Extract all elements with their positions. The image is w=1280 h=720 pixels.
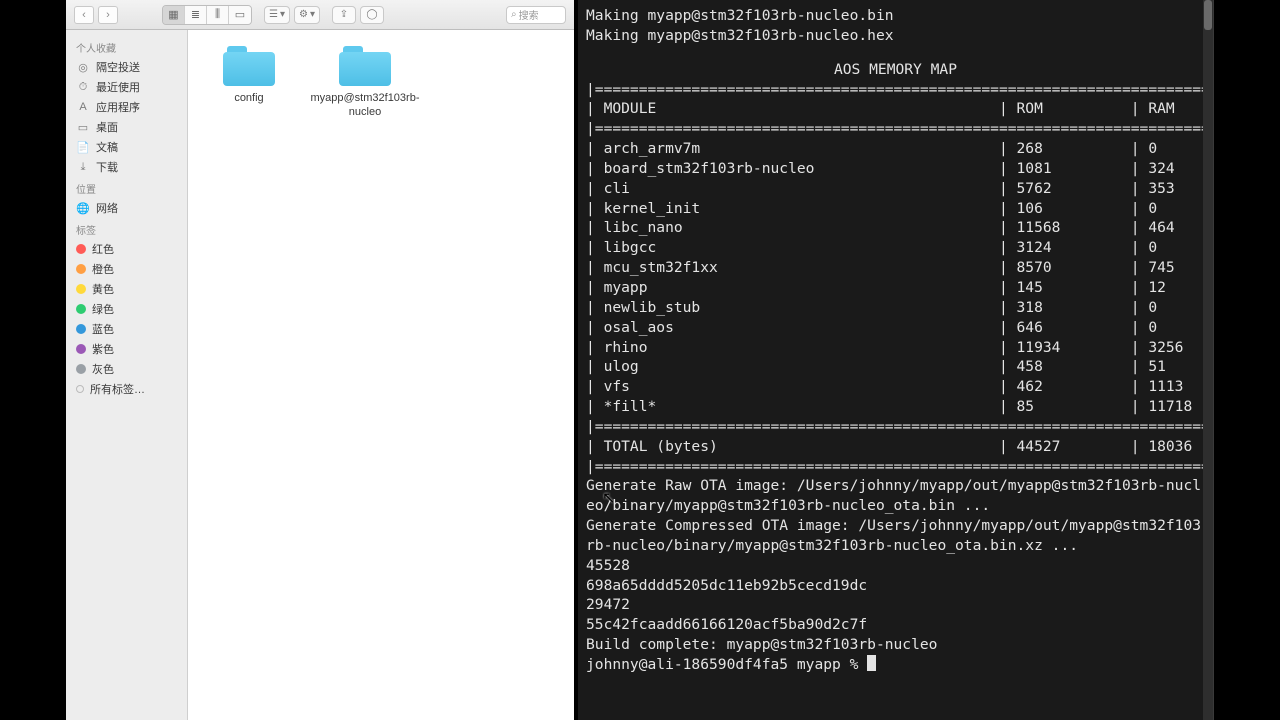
- sidebar-header-locations: 位置: [66, 177, 187, 198]
- sidebar-tag-label: 紫色: [92, 341, 114, 357]
- sidebar-item-label: 最近使用: [96, 79, 140, 95]
- sidebar-item[interactable]: ▭ 桌面: [66, 117, 187, 137]
- sidebar-tag-label: 绿色: [92, 301, 114, 317]
- sidebar-tag-label: 所有标签…: [90, 381, 145, 397]
- sidebar-tag[interactable]: 黄色: [66, 279, 187, 299]
- sidebar-item-icon: 🌐: [76, 202, 90, 215]
- sidebar-item-icon: A: [76, 101, 90, 113]
- background-right: [1214, 0, 1280, 720]
- sidebar-item-label: 网络: [96, 200, 118, 216]
- sidebar-item[interactable]: 🌐 网络: [66, 198, 187, 218]
- tag-dot-icon: [76, 324, 86, 334]
- sidebar-tag-label: 红色: [92, 241, 114, 257]
- content-pane[interactable]: config myapp@stm32f103rb-nucleo: [188, 30, 574, 720]
- sidebar-item-label: 文稿: [96, 139, 118, 155]
- view-icon-gallery[interactable]: ▭: [229, 6, 251, 24]
- sidebar-tag[interactable]: 红色: [66, 239, 187, 259]
- sidebar-item[interactable]: ⤓ 下载: [66, 157, 187, 177]
- search-field[interactable]: ⌕ 搜索: [506, 6, 566, 24]
- sidebar-tag[interactable]: 紫色: [66, 339, 187, 359]
- sidebar-item[interactable]: ◎ 隔空投送: [66, 57, 187, 77]
- terminal-cursor: [867, 655, 876, 671]
- toolbar: ‹ › ▦ ≣ ⫼ ▭ ☰▾ ⚙▾ ⇪ ◯ ⌕ 搜索: [66, 0, 574, 30]
- tag-dot-icon: [76, 385, 84, 393]
- tag-dot-icon: [76, 284, 86, 294]
- sidebar-item-icon: ◎: [76, 61, 90, 74]
- folder-item[interactable]: myapp@stm32f103rb-nucleo: [320, 46, 410, 120]
- sidebar-tag[interactable]: 灰色: [66, 359, 187, 379]
- group-button[interactable]: ☰▾: [264, 6, 290, 24]
- sidebar-tag-label: 灰色: [92, 361, 114, 377]
- tag-button[interactable]: ◯: [360, 6, 384, 24]
- view-icon-columns[interactable]: ⫼: [207, 6, 229, 24]
- tag-dot-icon: [76, 264, 86, 274]
- terminal-output: Making myapp@stm32f103rb-nucleo.binMakin…: [586, 6, 1205, 675]
- sidebar-item[interactable]: ⏱ 最近使用: [66, 77, 187, 97]
- sidebar-header-favorites: 个人收藏: [66, 36, 187, 57]
- sidebar-item-icon: ▭: [76, 121, 90, 134]
- sidebar-header-tags: 标签: [66, 218, 187, 239]
- sidebar-tag-label: 橙色: [92, 261, 114, 277]
- back-button[interactable]: ‹: [74, 6, 94, 24]
- sidebar-tag[interactable]: 绿色: [66, 299, 187, 319]
- share-button[interactable]: ⇪: [332, 6, 356, 24]
- sidebar-item-label: 应用程序: [96, 99, 140, 115]
- forward-button[interactable]: ›: [98, 6, 118, 24]
- action-button[interactable]: ⚙▾: [294, 6, 320, 24]
- search-icon: ⌕: [511, 9, 517, 20]
- finder-window: ‹ › ▦ ≣ ⫼ ▭ ☰▾ ⚙▾ ⇪ ◯ ⌕ 搜索 个人收藏 ◎ 隔空投送 ⏱ 最近…: [66, 0, 574, 720]
- sidebar-item-icon: 📄: [76, 141, 90, 154]
- sidebar-item-label: 下载: [96, 159, 118, 175]
- folder-icon: [339, 46, 391, 86]
- folder-label: myapp@stm32f103rb-nucleo: [311, 92, 420, 120]
- tag-dot-icon: [76, 304, 86, 314]
- sidebar-item-icon: ⤓: [76, 161, 90, 174]
- background-left: [0, 0, 66, 720]
- tag-dot-icon: [76, 364, 86, 374]
- view-icon-list[interactable]: ≣: [185, 6, 207, 24]
- sidebar-item[interactable]: 📄 文稿: [66, 137, 187, 157]
- terminal-window[interactable]: Making myapp@stm32f103rb-nucleo.binMakin…: [578, 0, 1214, 720]
- sidebar-tag-label: 黄色: [92, 281, 114, 297]
- sidebar-tag-label: 蓝色: [92, 321, 114, 337]
- tag-dot-icon: [76, 244, 86, 254]
- folder-label: config: [234, 92, 263, 106]
- sidebar: 个人收藏 ◎隔空投送⏱最近使用A应用程序▭桌面📄文稿⤓下载 位置 🌐网络 标签 …: [66, 30, 188, 720]
- sidebar-item-label: 桌面: [96, 119, 118, 135]
- terminal-scrollbar[interactable]: [1203, 0, 1213, 720]
- view-switcher: ▦ ≣ ⫼ ▭: [162, 5, 252, 25]
- tag-dot-icon: [76, 344, 86, 354]
- sidebar-tag[interactable]: 蓝色: [66, 319, 187, 339]
- sidebar-item-label: 隔空投送: [96, 59, 140, 75]
- folder-item[interactable]: config: [204, 46, 294, 120]
- sidebar-item[interactable]: A 应用程序: [66, 97, 187, 117]
- search-placeholder: 搜索: [519, 7, 539, 22]
- sidebar-item-icon: ⏱: [76, 81, 90, 94]
- sidebar-tag[interactable]: 橙色: [66, 259, 187, 279]
- sidebar-tag[interactable]: 所有标签…: [66, 379, 187, 399]
- folder-icon: [223, 46, 275, 86]
- view-icon-grid[interactable]: ▦: [163, 6, 185, 24]
